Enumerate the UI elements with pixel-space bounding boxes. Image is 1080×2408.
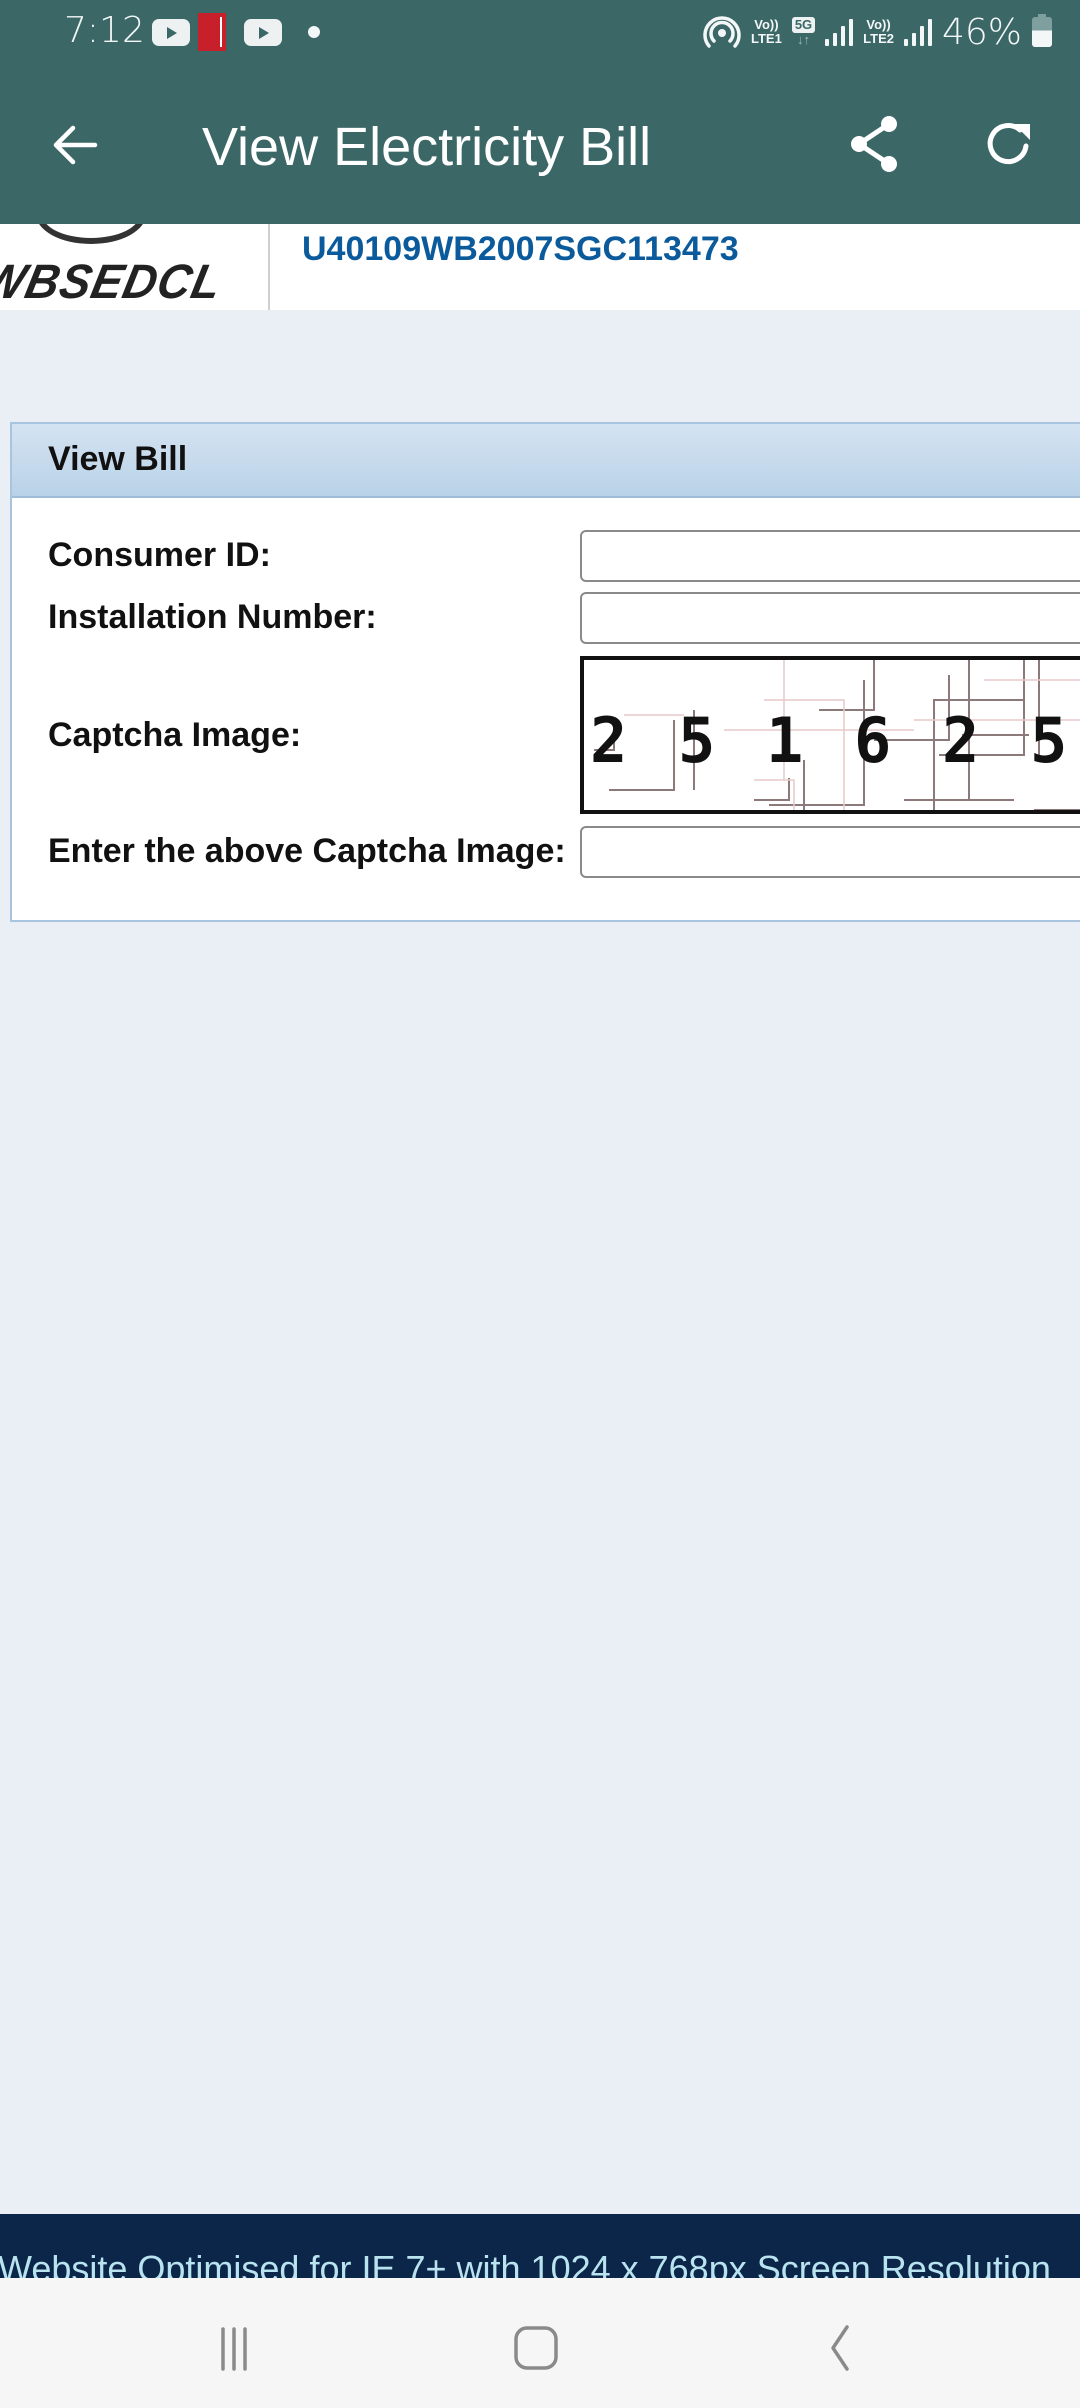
site-header: WBSEDCL U40109WB2007SGC113473 xyxy=(0,224,1080,310)
data-activity-icon: ↓↑ xyxy=(796,32,810,47)
view-bill-panel: View Bill Consumer ID: Installation Numb… xyxy=(10,422,1080,922)
recents-icon xyxy=(221,2327,247,2371)
status-bar: 7:12 Vo)) LTE1 5G ↓↑ Vo)) LTE2 46% xyxy=(0,0,1080,64)
arrow-left-icon xyxy=(53,125,98,165)
signal-strength-icon xyxy=(903,18,932,46)
sim2-volte-indicator: Vo)) LTE2 xyxy=(863,18,894,46)
header-divider xyxy=(268,224,270,310)
captcha-digit: 2 xyxy=(942,704,980,777)
installation-number-label: Installation Number: xyxy=(48,598,377,636)
reload-icon xyxy=(987,123,1030,165)
share-button[interactable] xyxy=(840,104,910,184)
captcha-digit: 1 xyxy=(766,704,804,777)
installation-number-input[interactable] xyxy=(580,592,1080,644)
youtube-icon xyxy=(152,19,190,46)
home-button[interactable] xyxy=(486,2308,586,2388)
sim1-lte-label: LTE1 xyxy=(750,31,782,46)
battery-percent: 46% xyxy=(941,11,1022,53)
recents-button[interactable] xyxy=(184,2308,284,2388)
home-icon xyxy=(514,2326,558,2370)
system-back-button[interactable] xyxy=(788,2308,888,2388)
status-indicators: Vo)) LTE1 5G ↓↑ Vo)) LTE2 46% xyxy=(703,8,1052,56)
logo-text: WBSEDCL xyxy=(0,253,228,309)
book-icon xyxy=(198,13,226,51)
network-type-indicator: 5G ↓↑ xyxy=(791,17,816,47)
back-button[interactable] xyxy=(40,110,110,180)
battery-charging-icon xyxy=(1032,14,1052,47)
captcha-label: Captcha Image: xyxy=(48,716,302,754)
notification-dot-icon xyxy=(308,26,320,38)
captcha-digit: 6 xyxy=(854,704,892,777)
share-icon xyxy=(851,116,897,172)
hotspot-icon xyxy=(703,16,741,48)
status-time: 7:12 xyxy=(64,10,145,51)
captcha-image: 2 5 1 6 2 5 xyxy=(580,656,1080,814)
sim2-lte-label: LTE2 xyxy=(863,31,894,46)
app-title: View Electricity Bill xyxy=(202,117,652,177)
company-cin: U40109WB2007SGC113473 xyxy=(302,230,739,268)
signal-strength-icon xyxy=(825,18,854,46)
captcha-digits: 2 5 1 6 2 5 xyxy=(590,704,1080,777)
consumer-id-label: Consumer ID: xyxy=(48,536,271,574)
sim2-volte-label: Vo)) xyxy=(866,17,891,32)
panel-title: View Bill xyxy=(48,440,188,478)
captcha-input-label: Enter the above Captcha Image: xyxy=(48,832,566,870)
logo-emblem-icon xyxy=(36,224,146,244)
captcha-digit: 5 xyxy=(678,704,716,777)
captcha-input[interactable] xyxy=(580,826,1080,878)
captcha-digit: 5 xyxy=(1030,704,1068,777)
5g-badge: 5G xyxy=(791,17,816,33)
system-nav-bar xyxy=(0,2278,1080,2408)
consumer-id-input[interactable] xyxy=(580,530,1080,582)
sim1-volte-indicator: Vo)) LTE1 xyxy=(751,18,782,46)
sim1-volte-label: Vo)) xyxy=(754,17,779,32)
reload-button[interactable] xyxy=(975,104,1045,184)
youtube-icon xyxy=(244,19,282,46)
footer-text: Website Optimised for IE 7+ with 1024 x … xyxy=(0,2248,1051,2280)
captcha-digit: 2 xyxy=(590,704,628,777)
app-bar: View Electricity Bill xyxy=(0,64,1080,224)
back-chevron-icon xyxy=(831,2325,849,2371)
panel-header: View Bill xyxy=(12,424,1080,498)
wbsedcl-logo[interactable]: WBSEDCL xyxy=(0,224,268,310)
site-footer: Website Optimised for IE 7+ with 1024 x … xyxy=(0,2214,1080,2280)
